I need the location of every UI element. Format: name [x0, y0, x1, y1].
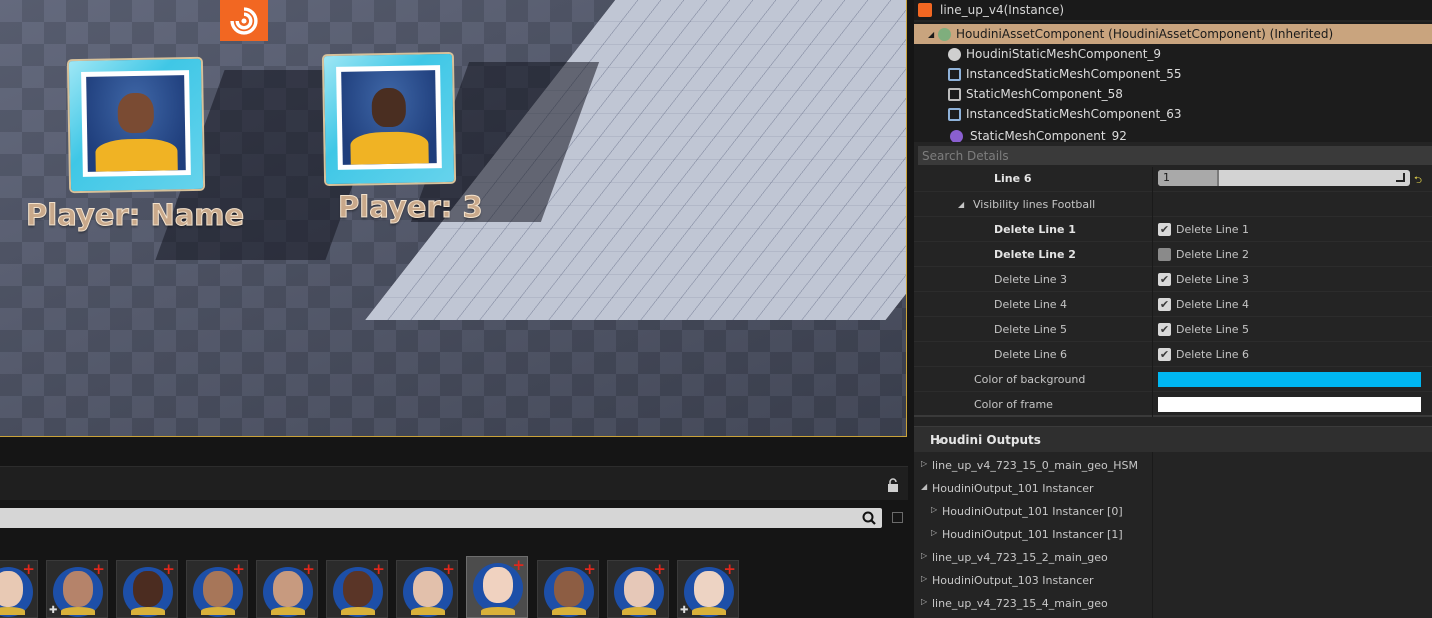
asset-search-row [0, 508, 908, 530]
output-item[interactable]: ◢ HoudiniOutput_101 Instancer [914, 477, 1432, 500]
collapse-triangle-icon[interactable]: ◢ [928, 30, 934, 39]
asset-thumbnail[interactable]: + [256, 560, 318, 618]
tree-item-instanced-mesh-55[interactable]: InstancedStaticMeshComponent_55 [914, 64, 1432, 84]
property-color-frame: Color of frame [914, 392, 1432, 417]
expand-arrow-icon[interactable] [1396, 173, 1405, 182]
component-tree: ◢ HoudiniAssetComponent (HoudiniAssetCom… [914, 22, 1432, 142]
asset-thumbnail-selected[interactable]: + [466, 556, 528, 618]
expand-triangle-icon[interactable]: ▷ [931, 505, 937, 514]
output-item[interactable]: ▷ HoudiniOutput_103 Instancer [914, 569, 1432, 592]
line-6-slider[interactable]: 1 [1158, 170, 1410, 186]
asset-thumbnail[interactable]: + [186, 560, 248, 618]
tree-item-static-mesh-92[interactable]: StaticMeshComponent_92 [914, 126, 1432, 142]
output-item[interactable]: ▷ HoudiniOutput_101 Instancer [0] [914, 500, 1432, 523]
reset-to-default-icon[interactable]: ⮌ [1414, 173, 1422, 190]
delete-line-6-checkbox[interactable]: ✔ Delete Line 6 [1158, 342, 1249, 367]
asset-thumbnail[interactable]: + [326, 560, 388, 618]
asset-thumbnail[interactable]: + [396, 560, 458, 618]
asset-thumbnail[interactable]: + ✚ [46, 560, 108, 618]
group-visibility-lines[interactable]: ◢ Visibility lines Football [914, 192, 1432, 217]
asset-thumbnail[interactable]: + [537, 560, 599, 618]
content-browser-toolbar [0, 466, 908, 500]
static-mesh-purple-icon [950, 129, 963, 142]
output-item[interactable]: ▷ line_up_v4_723_15_2_main_geo [914, 546, 1432, 569]
asset-thumbnail[interactable]: + [607, 560, 669, 618]
player-photo [86, 75, 186, 172]
player-name-label: Player: Name [25, 198, 245, 233]
asset-thumbnail[interactable]: + ✚ [677, 560, 739, 618]
save-search-icon[interactable] [892, 512, 903, 523]
asset-thumbnail[interactable]: + [116, 560, 178, 618]
expand-triangle-icon[interactable]: ▷ [921, 574, 927, 583]
output-item[interactable]: ▷ line_up_v4_723_15_0_main_geo_HSM [914, 454, 1432, 477]
houdini-actor-icon [918, 3, 932, 17]
player-number-label: Player: 3 [338, 190, 484, 225]
property-delete-line-6: Delete Line 6 ✔ Delete Line 6 [914, 342, 1432, 367]
delete-line-1-checkbox[interactable]: ✔ Delete Line 1 [1158, 217, 1249, 242]
details-panel: line_up_v4(Instance) ◢ HoudiniAssetCompo… [914, 0, 1432, 618]
player-card[interactable] [323, 53, 455, 185]
player-photo [341, 70, 437, 165]
output-item[interactable]: ▷ line_up_v4_723_15_4_main_geo [914, 592, 1432, 615]
property-delete-line-1: Delete Line 1 ✔ Delete Line 1 [914, 217, 1432, 242]
color-frame-swatch[interactable] [1158, 397, 1421, 412]
lock-icon[interactable] [887, 478, 899, 492]
level-viewport[interactable]: Player: Name Player: 3 [0, 0, 907, 437]
checkbox-unchecked-icon[interactable] [1158, 248, 1171, 261]
instanced-mesh-icon [948, 67, 961, 81]
details-titlebar: line_up_v4(Instance) [914, 0, 1432, 20]
asset-thumbnail[interactable]: + [0, 560, 38, 618]
checkbox-checked-icon[interactable]: ✔ [1158, 273, 1171, 286]
tree-item-instanced-mesh-63[interactable]: InstancedStaticMeshComponent_63 [914, 104, 1432, 124]
asset-search-input[interactable] [0, 508, 882, 528]
collapse-triangle-icon[interactable]: ◢ [921, 482, 927, 491]
checkbox-checked-icon[interactable]: ✔ [1158, 348, 1171, 361]
player-card[interactable] [68, 58, 204, 192]
details-properties: Line 6 1 ⮌ ◢ Visibility lines Football D… [914, 167, 1432, 417]
tree-item-houdini-asset-component[interactable]: ◢ HoudiniAssetComponent (HoudiniAssetCom… [914, 24, 1432, 44]
property-delete-line-5: Delete Line 5 ✔ Delete Line 5 [914, 317, 1432, 342]
property-delete-line-3: Delete Line 3 ✔ Delete Line 3 [914, 267, 1432, 292]
houdini-outputs-header[interactable]: ◢ Houdini Outputs [914, 426, 1432, 452]
tree-item-static-mesh-58[interactable]: StaticMeshComponent_58 [914, 84, 1432, 104]
search-icon[interactable] [862, 511, 876, 525]
delete-line-3-checkbox[interactable]: ✔ Delete Line 3 [1158, 267, 1249, 292]
expand-triangle-icon[interactable]: ▷ [931, 528, 937, 537]
property-line-6: Line 6 1 ⮌ [914, 167, 1432, 192]
delete-line-5-checkbox[interactable]: ✔ Delete Line 5 [1158, 317, 1249, 342]
delete-line-2-checkbox[interactable]: Delete Line 2 [1158, 242, 1249, 267]
property-delete-line-4: Delete Line 4 ✔ Delete Line 4 [914, 292, 1432, 317]
collapse-triangle-icon[interactable]: ◢ [936, 435, 942, 444]
expand-triangle-icon[interactable]: ▷ [921, 459, 927, 468]
output-item[interactable]: ▷ HoudiniOutput_101 Instancer [1] [914, 523, 1432, 546]
expand-triangle-icon[interactable]: ▷ [921, 597, 927, 606]
content-browser: + + ✚ + + + + + + + + + ✚ [0, 438, 908, 618]
expand-triangle-icon[interactable]: ▷ [921, 551, 927, 560]
property-delete-line-2: Delete Line 2 Delete Line 2 [914, 242, 1432, 267]
property-color-background: Color of background [914, 367, 1432, 392]
tree-item-static-mesh-9[interactable]: HoudiniStaticMeshComponent_9 [914, 44, 1432, 64]
card-frame [336, 65, 442, 170]
delete-line-4-checkbox[interactable]: ✔ Delete Line 4 [1158, 292, 1249, 317]
houdini-asset-component-icon [938, 27, 951, 41]
instanced-mesh-icon [948, 107, 961, 121]
houdini-logo-icon [220, 0, 268, 41]
color-background-swatch[interactable] [1158, 372, 1421, 387]
search-details-input[interactable]: Search Details [918, 146, 1432, 165]
static-mesh-icon [948, 87, 961, 101]
static-mesh-sphere-icon [948, 47, 961, 61]
checkbox-checked-icon[interactable]: ✔ [1158, 223, 1171, 236]
card-frame [81, 70, 191, 177]
checkbox-checked-icon[interactable]: ✔ [1158, 323, 1171, 336]
actor-title: line_up_v4(Instance) [940, 3, 1065, 17]
checkbox-checked-icon[interactable]: ✔ [1158, 298, 1171, 311]
